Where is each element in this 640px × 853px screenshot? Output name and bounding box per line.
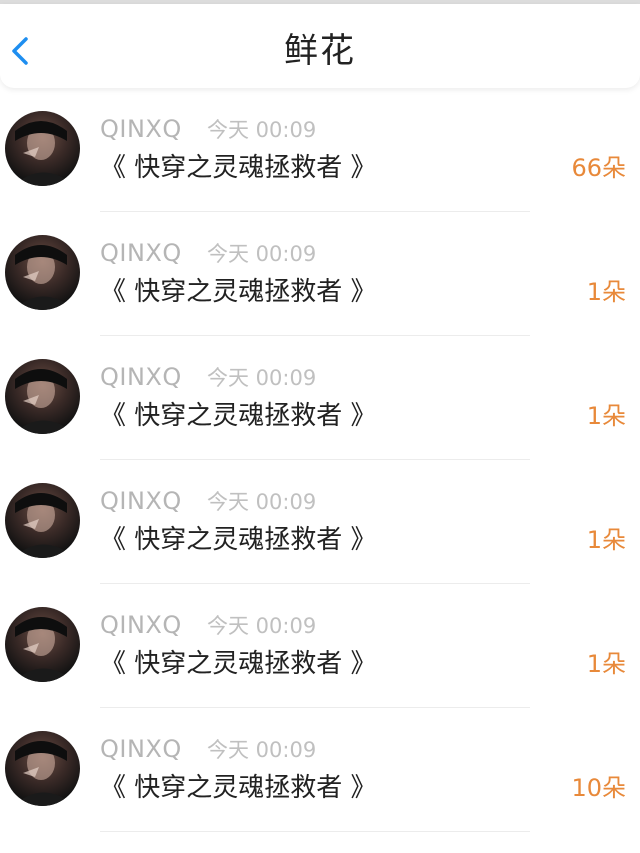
list-item[interactable]: QINXQ 今天 00:09 《 快穿之灵魂拯救者 》 1朵 <box>0 460 640 584</box>
flower-list: QINXQ 今天 00:09 《 快穿之灵魂拯救者 》 66朵 QINXQ 今天… <box>0 88 640 832</box>
user-name: QINXQ <box>100 735 182 763</box>
user-name: QINXQ <box>100 363 182 391</box>
flower-count: 1朵 <box>586 650 626 678</box>
flower-count: 1朵 <box>586 402 626 430</box>
book-title: 《 快穿之灵魂拯救者 》 <box>100 773 377 803</box>
avatar[interactable] <box>5 607 80 682</box>
list-item[interactable]: QINXQ 今天 00:09 《 快穿之灵魂拯救者 》 1朵 <box>0 212 640 336</box>
flowers-page: 鲜花 QINXQ 今天 00:09 《 快穿之灵魂拯救者 》 66朵 QINXQ… <box>0 0 640 853</box>
nav-header: 鲜花 <box>0 4 640 88</box>
avatar[interactable] <box>5 111 80 186</box>
avatar[interactable] <box>5 731 80 806</box>
flower-count: 66朵 <box>571 154 626 182</box>
flower-count: 1朵 <box>586 278 626 306</box>
book-title: 《 快穿之灵魂拯救者 》 <box>100 401 377 431</box>
timestamp: 今天 00:09 <box>207 242 317 266</box>
flower-count: 1朵 <box>586 526 626 554</box>
list-item[interactable]: QINXQ 今天 00:09 《 快穿之灵魂拯救者 》 10朵 <box>0 708 640 832</box>
page-title: 鲜花 <box>284 31 356 71</box>
user-name: QINXQ <box>100 611 182 639</box>
user-name: QINXQ <box>100 115 182 143</box>
user-name: QINXQ <box>100 239 182 267</box>
user-name: QINXQ <box>100 487 182 515</box>
timestamp: 今天 00:09 <box>207 366 317 390</box>
timestamp: 今天 00:09 <box>207 738 317 762</box>
list-item[interactable]: QINXQ 今天 00:09 《 快穿之灵魂拯救者 》 66朵 <box>0 88 640 212</box>
book-title: 《 快穿之灵魂拯救者 》 <box>100 525 377 555</box>
avatar[interactable] <box>5 483 80 558</box>
divider <box>100 831 530 832</box>
list-item[interactable]: QINXQ 今天 00:09 《 快穿之灵魂拯救者 》 1朵 <box>0 336 640 460</box>
flower-count: 10朵 <box>571 774 626 802</box>
avatar[interactable] <box>5 359 80 434</box>
book-title: 《 快穿之灵魂拯救者 》 <box>100 153 377 183</box>
timestamp: 今天 00:09 <box>207 118 317 142</box>
timestamp: 今天 00:09 <box>207 490 317 514</box>
book-title: 《 快穿之灵魂拯救者 》 <box>100 649 377 679</box>
timestamp: 今天 00:09 <box>207 614 317 638</box>
list-item[interactable]: QINXQ 今天 00:09 《 快穿之灵魂拯救者 》 1朵 <box>0 584 640 708</box>
book-title: 《 快穿之灵魂拯救者 》 <box>100 277 377 307</box>
avatar[interactable] <box>5 235 80 310</box>
